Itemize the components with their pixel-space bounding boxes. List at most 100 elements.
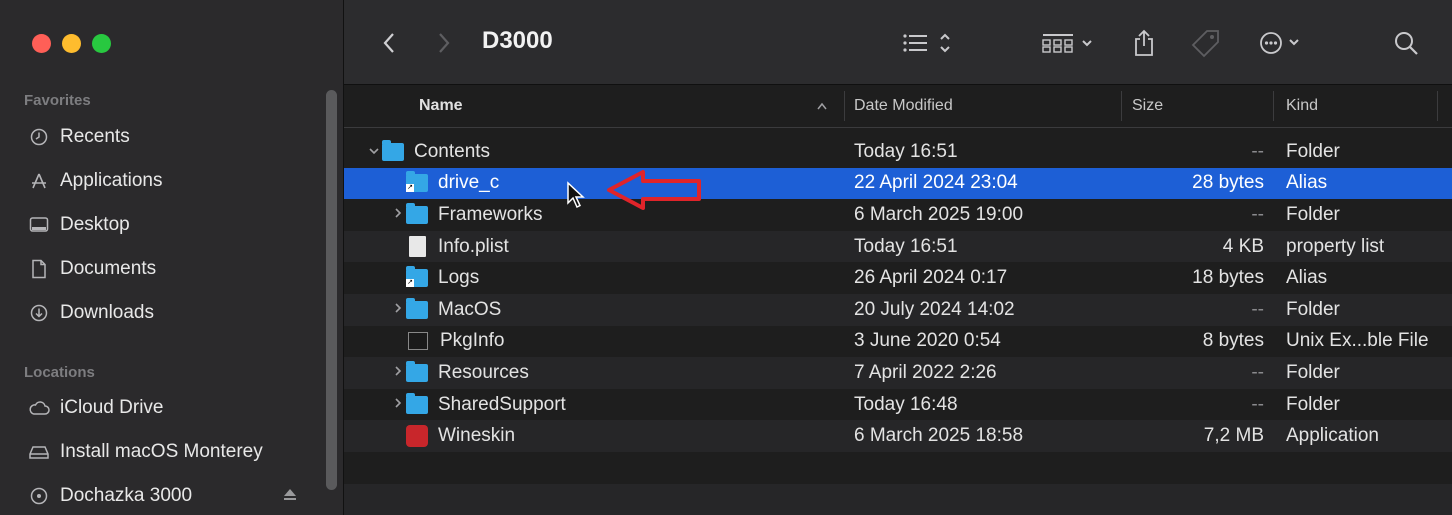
alias-folder-icon: ↗ (406, 266, 428, 288)
kind-cell: Folder (1286, 298, 1340, 320)
file-row[interactable]: Wineskin 6 March 2025 18:58 7,2 MB Applicat… (344, 420, 1452, 452)
forward-button[interactable] (429, 26, 459, 60)
folder-icon (406, 202, 428, 224)
disclosure-right-icon[interactable] (390, 301, 406, 318)
date-cell: Today 16:51 (854, 140, 958, 162)
column-divider[interactable] (1437, 91, 1438, 121)
document-icon (28, 258, 50, 280)
kind-cell: property list (1286, 235, 1385, 257)
locations-section-title: Locations (24, 364, 95, 381)
kind-cell: Application (1286, 425, 1379, 447)
date-cell: Today 16:48 (854, 393, 958, 415)
action-menu-button[interactable] (1256, 26, 1306, 60)
sidebar-item-label: Applications (60, 170, 163, 191)
name-cell: ↗ Logs (344, 262, 479, 294)
sidebar-item-icloud-drive[interactable]: iCloud Drive (28, 392, 163, 424)
sidebar-item-downloads[interactable]: Downloads (28, 297, 154, 329)
sidebar-item-desktop[interactable]: Desktop (28, 209, 130, 241)
eject-icon[interactable] (282, 486, 298, 508)
disk-icon (28, 441, 50, 463)
kind-cell: Alias (1286, 267, 1328, 289)
disclosure-down-icon[interactable] (366, 143, 382, 160)
window-title: D3000 (482, 27, 553, 54)
sidebar-item-label: Dochazka 3000 (60, 485, 193, 506)
clock-icon (28, 126, 50, 148)
file-row[interactable]: ↗ drive_c 22 April 2024 23:04 28 bytes Alias (344, 167, 1452, 200)
chevron-up-icon[interactable] (816, 85, 828, 127)
group-button[interactable] (1039, 26, 1099, 60)
file-name: MacOS (438, 298, 502, 320)
finder-main: D3000 Name Date Modified Size Kind Conte… (344, 0, 1452, 515)
toolbar: D3000 (344, 0, 1452, 85)
minimize-window-button[interactable] (62, 34, 81, 53)
favorites-section-title: Favorites (24, 92, 91, 109)
sidebar-item-recents[interactable]: Recents (28, 121, 130, 153)
sidebar: Favorites Recents Applications Desktop D… (0, 0, 344, 515)
sidebar-item-label: Recents (60, 126, 130, 147)
size-cell: -- (1251, 140, 1264, 162)
column-divider[interactable] (844, 91, 845, 121)
disclosure-right-icon[interactable] (390, 396, 406, 413)
tags-button[interactable] (1189, 26, 1223, 60)
file-name: Contents (414, 140, 491, 162)
file-row[interactable]: Info.plist Today 16:51 4 KB property list (344, 230, 1452, 263)
executable-file-icon (408, 332, 428, 351)
name-cell: Contents (344, 136, 490, 168)
sidebar-item-label: Downloads (60, 302, 154, 323)
plist-file-icon (409, 236, 426, 258)
date-cell: 6 March 2025 19:00 (854, 203, 1024, 225)
empty-row (344, 452, 1452, 484)
desktop-icon (28, 214, 50, 236)
file-row[interactable]: Resources 7 April 2022 2:26 -- Folder (344, 357, 1452, 389)
file-name: SharedSupport (438, 393, 566, 415)
window-controls (32, 34, 111, 53)
name-cell: Resources (344, 357, 529, 389)
column-name-header[interactable]: Name (419, 85, 463, 127)
kind-cell: Folder (1286, 393, 1340, 415)
file-row[interactable]: Frameworks 6 March 2025 19:00 -- Folder (344, 199, 1452, 231)
column-divider[interactable] (1273, 91, 1274, 121)
file-row[interactable]: Contents Today 16:51 -- Folder (344, 136, 1452, 168)
sidebar-scrollbar[interactable] (326, 90, 337, 490)
column-divider[interactable] (1121, 91, 1122, 121)
size-cell: -- (1251, 298, 1264, 320)
size-cell: 18 bytes (1192, 267, 1264, 289)
date-cell: 3 June 2020 0:54 (854, 330, 1001, 352)
column-kind-header[interactable]: Kind (1286, 85, 1318, 127)
file-row[interactable]: SharedSupport Today 16:48 -- Folder (344, 389, 1452, 421)
kind-cell: Folder (1286, 140, 1340, 162)
file-row[interactable]: ↗ Logs 26 April 2024 0:17 18 bytes Alias (344, 262, 1452, 294)
applications-icon (28, 170, 50, 192)
sidebar-item-documents[interactable]: Documents (28, 253, 156, 285)
kind-cell: Alias (1286, 172, 1328, 194)
sidebar-item-dochazka[interactable]: Dochazka 3000 (28, 480, 298, 512)
file-row[interactable]: MacOS 20 July 2024 14:02 -- Folder (344, 293, 1452, 326)
sidebar-item-install-macos[interactable]: Install macOS Monterey (28, 436, 263, 468)
sidebar-item-applications[interactable]: Applications (28, 165, 162, 197)
disclosure-right-icon[interactable] (390, 364, 406, 381)
size-cell: -- (1251, 203, 1264, 225)
tag-icon (1191, 30, 1219, 58)
search-button[interactable] (1389, 26, 1423, 60)
close-window-button[interactable] (32, 34, 51, 53)
date-cell: 20 July 2024 14:02 (854, 298, 1015, 320)
folder-icon (406, 360, 428, 382)
disclosure-right-icon[interactable] (390, 206, 406, 223)
application-icon (406, 425, 428, 448)
share-button[interactable] (1129, 26, 1159, 60)
search-icon (1395, 32, 1418, 55)
disc-icon (28, 485, 50, 507)
column-size-header[interactable]: Size (1132, 85, 1163, 127)
file-name: Frameworks (438, 203, 543, 225)
sidebar-item-label: Documents (60, 258, 157, 279)
list-view-button[interactable] (899, 26, 959, 60)
folder-icon (382, 139, 404, 161)
column-date-header[interactable]: Date Modified (854, 85, 953, 127)
back-button[interactable] (374, 26, 404, 60)
more-icon (1260, 32, 1299, 54)
name-cell: Info.plist (344, 231, 509, 263)
zoom-window-button[interactable] (92, 34, 111, 53)
sidebar-item-label: iCloud Drive (60, 397, 164, 418)
file-row[interactable]: PkgInfo 3 June 2020 0:54 8 bytes Unix Ex...… (344, 326, 1452, 358)
file-name: Resources (438, 361, 529, 383)
